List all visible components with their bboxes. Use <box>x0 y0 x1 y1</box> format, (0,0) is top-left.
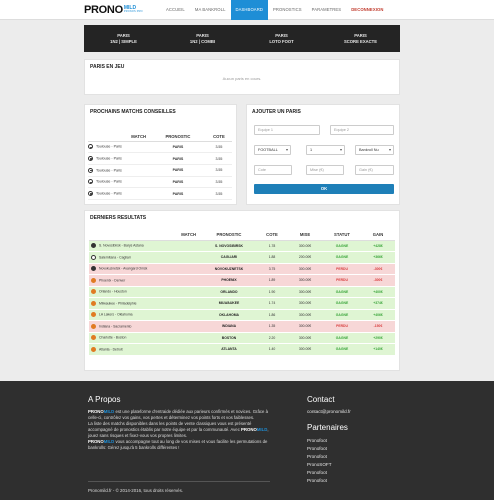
team1-input[interactable]: Equipe 1 <box>254 125 320 135</box>
partner-link[interactable]: Pronofoot <box>307 445 332 453</box>
cote-input[interactable]: Cote <box>254 165 292 175</box>
results-table: MATCH PRONOSTIC COTE MISE STATUT GAIN S.… <box>89 230 395 356</box>
nav-parametres[interactable]: PARAMETRES <box>307 0 347 20</box>
table-row[interactable]: Toulouse - Paris PARIS 3.55 <box>88 164 232 177</box>
table-row[interactable]: Salernitana - Cagliari CAGLIARI 1.88 200… <box>89 251 395 264</box>
table-row[interactable]: Indiana - Sacramento INDIANA 1.35 300.00… <box>89 320 395 333</box>
partner-link[interactable]: Pronofoot <box>307 453 332 461</box>
hockey-puck-icon <box>91 243 96 249</box>
chevron-down-icon: ▾ <box>339 147 342 152</box>
contact-email-link[interactable]: contact@pronomild.fr <box>307 409 351 414</box>
gain-input[interactable]: Gain (€) <box>355 165 394 175</box>
upcoming-matches-panel: PROCHAINS MATCHS CONSEILLES MATCH PRONOS… <box>84 104 237 205</box>
football-icon <box>88 179 93 185</box>
results-title: DERNIERS RESULTATS <box>90 215 147 221</box>
basketball-icon <box>91 335 96 341</box>
col-header-mise: MISE <box>287 230 323 241</box>
col-header-pronostic: PRONOSTIC <box>150 132 206 142</box>
current-bets-empty: Aucun paris en cours. <box>222 76 262 81</box>
partner-link[interactable]: PronoSOFT <box>307 461 332 469</box>
current-bets-panel: PARIS EN JEU Aucun paris en cours. <box>84 59 400 95</box>
add-bet-title: AJOUTER UN PARIS <box>252 109 301 115</box>
col-header-cote: COTE <box>257 230 287 241</box>
table-row[interactable]: Toulouse - Paris PARIS 3.55 <box>88 141 232 154</box>
table-row[interactable]: LA Lakers - Oklahoma OKLAHOMA 1.86 300.0… <box>89 309 395 321</box>
partner-link[interactable]: Pronofoot <box>307 437 332 445</box>
nav-pronostics[interactable]: PRONOSTICS <box>268 0 307 20</box>
mise-input[interactable]: Mise (€) <box>306 165 344 175</box>
col-header-gain: GAIN <box>361 230 395 241</box>
nav-accueil[interactable]: ACCUEIL <box>161 0 190 20</box>
partners-list: Pronofoot Pronofoot Pronofoot PronoSOFT … <box>307 437 332 485</box>
partner-link[interactable]: Pronofoot <box>307 477 332 485</box>
basketball-icon <box>91 312 96 318</box>
upcoming-matches-title: PROCHAINS MATCHS CONSEILLES <box>90 109 176 115</box>
bet-type-simple[interactable]: PARIS 1N2 | SIMPLE <box>84 25 163 52</box>
table-row[interactable]: Charlotte - Boston BOSTON 2.20 300.00€ G… <box>89 332 395 344</box>
basketball-icon <box>91 323 96 329</box>
basketball-icon <box>91 300 96 306</box>
copyright: Pronomild.fr - © 2014-2016, tous droits … <box>88 488 183 493</box>
about-title: A Propos <box>88 395 121 404</box>
table-row[interactable]: S. Novosibirsk - Barys Astana S. NOVOSIB… <box>89 240 395 252</box>
bet-type-score-exacte[interactable]: PARIS SCORE EXACTE <box>321 25 400 52</box>
main-nav: ACCUEIL MA BANKROLL DASHBOARD PRONOSTICS… <box>161 0 388 20</box>
bet-type-loto-foot[interactable]: PARIS LOTO FOOT <box>242 25 321 52</box>
bankroll-select[interactable]: Bankroll Nu ▾ <box>355 145 394 155</box>
current-bets-title: PARIS EN JEU <box>90 64 125 70</box>
col-header-cote: COTE <box>205 132 232 142</box>
partners-title: Partenaires <box>307 423 348 432</box>
number-select[interactable]: 1 ▾ <box>306 145 345 155</box>
nav-dashboard[interactable]: DASHBOARD <box>230 0 268 20</box>
brand-sub-small: PRONOS PRO <box>123 9 143 13</box>
table-row[interactable]: Milwaukee - Philadelphie MILWAUKEE 1.74 … <box>89 297 395 310</box>
top-navbar: PRONO MILD PRONOS PRO ACCUEIL MA BANKROL… <box>0 0 494 20</box>
football-icon <box>88 191 93 197</box>
sport-select[interactable]: FOOTBALL ▾ <box>254 145 291 155</box>
col-header-statut: STATUT <box>323 230 361 241</box>
football-icon <box>88 156 93 162</box>
hockey-puck-icon <box>91 266 96 272</box>
bet-type-combi[interactable]: PARIS 1N2 | COMBI <box>163 25 242 52</box>
contact-title: Contact <box>307 395 335 404</box>
chevron-down-icon: ▾ <box>388 147 391 152</box>
basketball-icon <box>91 346 96 352</box>
about-text: PRONOMILD est une plateforme d'entraide … <box>88 409 269 450</box>
col-header-pronostic: PRONOSTIC <box>201 230 257 241</box>
chevron-down-icon: ▾ <box>285 147 288 152</box>
upcoming-matches-table: MATCH PRONOSTIC COTE Toulouse - Paris PA… <box>88 132 232 200</box>
footer-divider <box>88 481 270 482</box>
team2-input[interactable]: Equipe 2 <box>330 125 394 135</box>
football-icon <box>88 167 93 173</box>
brand-logo[interactable]: PRONO MILD PRONOS PRO <box>84 3 143 16</box>
table-row[interactable]: Atlanta - Detroit ATLANTA 1.40 300.00€ G… <box>89 343 395 356</box>
table-row[interactable]: Toulouse - Paris PARIS 3.55 <box>88 152 232 165</box>
table-row[interactable]: Phoenix - Denver PHOENIX 1.89 300.00€ PE… <box>89 274 395 287</box>
table-row[interactable]: Toulouse - Paris PARIS 3.55 <box>88 187 232 200</box>
basketball-icon <box>91 277 96 283</box>
nav-ma-bankroll[interactable]: MA BANKROLL <box>190 0 231 20</box>
partner-link[interactable]: Pronofoot <box>307 469 332 477</box>
add-bet-panel: AJOUTER UN PARIS Equipe 1 Equipe 2 FOOTB… <box>246 104 400 205</box>
football-icon <box>91 254 96 260</box>
nav-deconnexion[interactable]: DECONNEXION <box>346 0 388 20</box>
ok-button[interactable]: OK <box>254 184 394 194</box>
table-row[interactable]: Toulouse - Paris PARIS 3.55 <box>88 176 232 189</box>
col-header-match: MATCH <box>89 230 201 241</box>
results-panel: DERNIERS RESULTATS MATCH PRONOSTIC COTE … <box>84 210 400 371</box>
col-header-match: MATCH <box>88 132 150 142</box>
basketball-icon <box>91 289 96 295</box>
football-icon <box>88 144 93 150</box>
bet-type-bar: PARIS 1N2 | SIMPLE PARIS 1N2 | COMBI PAR… <box>84 25 400 52</box>
table-row[interactable]: Novokuznetsk - Avangard Omsk NOVOKUZNETS… <box>89 263 395 275</box>
brand-name: PRONO <box>84 3 123 16</box>
table-row[interactable]: Orlando - Houston ORLANDO 1.90 300.00€ G… <box>89 286 395 298</box>
